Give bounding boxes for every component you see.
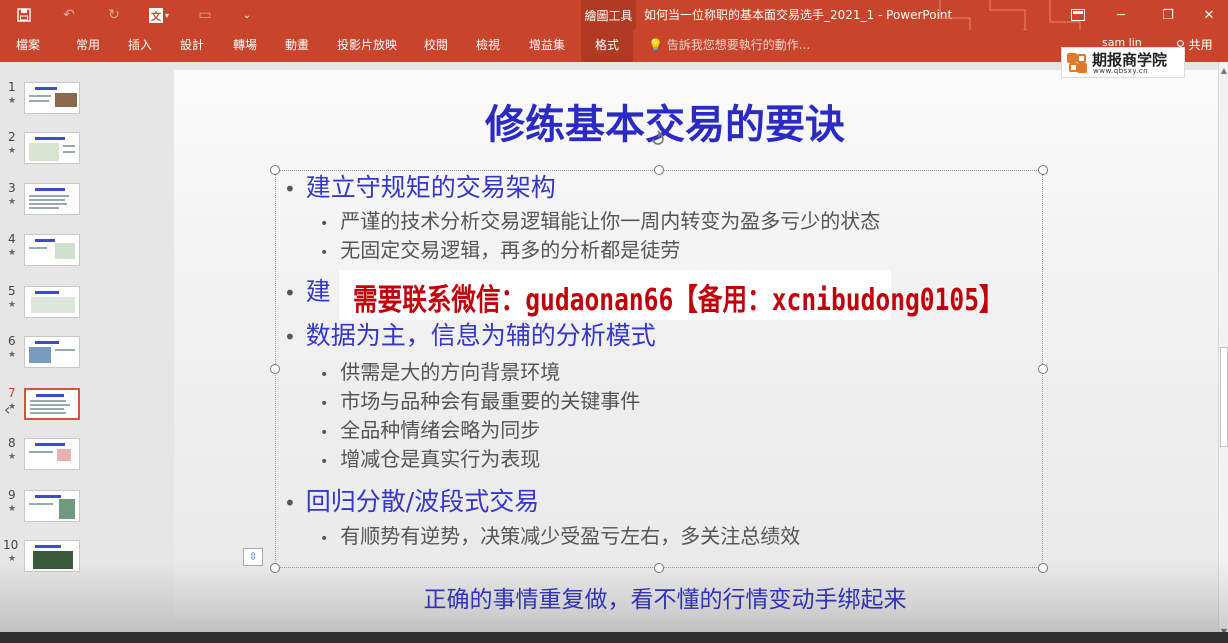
minimize-icon[interactable]: ─ — [1098, 0, 1144, 30]
slideshow-start-icon[interactable]: ▭ — [195, 5, 215, 25]
tab-animations[interactable]: 動畫 — [285, 30, 309, 62]
rotate-handle-icon[interactable] — [649, 130, 667, 148]
vertical-scrollbar[interactable]: ▲ ▼⌃⌄ — [1218, 62, 1228, 643]
thumbnail-slide-5[interactable]: 5 ★ — [0, 284, 100, 324]
bullet-level2: • 有顺势有逆势，决策减少受盈亏左右，多关注总绩效 — [320, 524, 801, 548]
resize-handle-left[interactable] — [270, 364, 280, 374]
animation-star-icon: ★ — [8, 554, 17, 564]
thumbnail-image — [24, 438, 80, 470]
bullet-level2: • 市场与品种会有最重要的关键事件 — [320, 389, 641, 413]
tab-home[interactable]: 常用 — [76, 30, 100, 62]
thumbnail-slide-9[interactable]: 9 ★ — [0, 488, 100, 528]
tab-transitions[interactable]: 轉場 — [233, 30, 257, 62]
bullet-level2: • 严谨的技术分析交易逻辑能让你一周内转变为盈多亏少的状态 — [320, 209, 881, 233]
language-icon[interactable]: 文 ▾ — [149, 5, 169, 25]
title-bar: ↶ ↻ 文 ▾ ▭ ⌄ 繪圖工具 如何当一位称职的基本面交易选手_2021_1 -… — [0, 0, 1228, 30]
slide-title[interactable]: 修练基本交易的要诀 — [0, 92, 1228, 150]
resize-handle-right[interactable] — [1038, 364, 1048, 374]
resize-handle-top[interactable] — [654, 165, 664, 175]
animation-star-icon: ★ — [8, 452, 17, 462]
bullet-level2: • 增减仓是真实行为表现 — [320, 447, 541, 471]
thumbnail-slide-4[interactable]: 4 ★ — [0, 232, 100, 272]
resize-handle-bottom-right[interactable] — [1038, 563, 1048, 573]
thumbnail-image — [24, 490, 80, 522]
scroll-thumb[interactable] — [1220, 347, 1228, 447]
bullet-level2: • 全品种情绪会略为同步 — [320, 418, 541, 442]
save-icon[interactable] — [14, 5, 34, 25]
overlay-contact-text: 需要联系微信：gudaonan66【备用：xcnibudong0105】 — [353, 283, 1004, 318]
lightbulb-icon: 💡 — [648, 38, 663, 52]
thumbnail-slide-10[interactable]: 10 ★ — [0, 538, 100, 578]
thumbnail-image — [24, 388, 80, 420]
thumbnail-number: 10 — [3, 538, 19, 552]
slide-footer-text: 正确的事情重复做，看不懂的行情变动手绑起来 — [423, 587, 907, 613]
tab-view[interactable]: 檢視 — [476, 30, 500, 62]
tab-design[interactable]: 設計 — [180, 30, 204, 62]
redo-icon[interactable]: ↻ — [104, 5, 124, 25]
resize-handle-bottom-left[interactable] — [270, 563, 280, 573]
tab-review[interactable]: 校閱 — [424, 30, 448, 62]
thumbnail-image — [24, 286, 80, 318]
resize-handle-top-left[interactable] — [270, 165, 280, 175]
bullet-level1: • 建立守规矩的交易架构 — [284, 173, 556, 202]
thumbnail-number: 4 — [8, 232, 16, 246]
bullet-level2: • 供需是大的方向背景环境 — [320, 360, 561, 384]
resize-handle-bottom[interactable] — [654, 563, 664, 573]
thumbnail-number: 9 — [8, 488, 16, 502]
logo-mark-icon — [1067, 53, 1087, 73]
thumbnail-number: 7 — [8, 386, 16, 400]
restore-icon[interactable]: ❐ — [1145, 0, 1191, 30]
undo-icon[interactable]: ↶ — [59, 5, 79, 25]
customize-qat-icon[interactable]: ⌄ — [237, 5, 257, 25]
animation-star-icon: ★ — [8, 248, 17, 258]
thumbnail-number: 5 — [8, 284, 16, 298]
resize-handle-top-right[interactable] — [1038, 165, 1048, 175]
animation-star-icon: ★ — [8, 504, 17, 514]
bullet-level2: • 无固定交易逻辑，再多的分析都是徒劳 — [320, 238, 681, 262]
animation-star-icon: ★ — [8, 197, 17, 207]
tab-format[interactable]: 格式 — [581, 30, 634, 62]
ribbon-display-options-icon[interactable] — [1055, 0, 1101, 30]
watermark-logo: 期报商学院 www.qbsxy.cn — [1061, 47, 1185, 78]
overlay-contact-banner: 需要联系微信：gudaonan66【备用：xcnibudong0105】 — [339, 270, 1004, 320]
bullet-level1: • 回归分散/波段式交易 — [284, 487, 540, 516]
thumbnail-image — [24, 183, 80, 215]
thumbnail-image — [24, 540, 80, 572]
thumbnail-slide-8[interactable]: 8 ★ — [0, 436, 100, 476]
collapse-pane-icon[interactable]: ‹ — [4, 400, 10, 419]
thumbnail-number: 8 — [8, 436, 16, 450]
autofit-options-icon[interactable]: ⇳ — [243, 548, 263, 566]
thumbnail-image — [24, 234, 80, 266]
tab-file[interactable]: 檔案 — [16, 30, 40, 62]
share-label: 共用 — [1188, 38, 1213, 52]
drawing-tools-context-label: 繪圖工具 — [581, 0, 636, 30]
thumbnail-image — [24, 336, 80, 368]
tell-me-label: 告訴我您想要執行的動作... — [666, 38, 811, 52]
status-bar — [0, 632, 1228, 643]
thumbnail-number: 6 — [8, 334, 16, 348]
bullet-level1: • 数据为主，信息为辅的分析模式 — [284, 321, 656, 350]
thumbnail-slide-6[interactable]: 6 ★ — [0, 334, 100, 374]
logo-url: www.qbsxy.cn — [1093, 67, 1149, 75]
document-title: 如何当一位称职的基本面交易选手_2021_1 - PowerPoint — [644, 8, 953, 22]
animation-star-icon: ★ — [8, 300, 17, 310]
animation-star-icon: ★ — [8, 350, 17, 360]
thumbnail-number: 3 — [8, 181, 16, 195]
ribbon-tabs: 檔案 常用 插入 設計 轉場 動畫 投影片放映 校閱 檢視 增益集 格式 💡 告… — [0, 30, 1228, 62]
tab-addins[interactable]: 增益集 — [529, 30, 565, 62]
tab-insert[interactable]: 插入 — [128, 30, 152, 62]
close-icon[interactable]: ✕ — [1190, 0, 1228, 30]
tell-me-search[interactable]: 💡 告訴我您想要執行的動作... — [648, 30, 810, 62]
thumbnail-slide-3[interactable]: 3 ★ — [0, 181, 100, 221]
tab-slideshow[interactable]: 投影片放映 — [337, 30, 397, 62]
scroll-up-icon[interactable]: ▲ — [1219, 66, 1228, 75]
bullet-level1: • 建 — [284, 277, 331, 306]
thumbnail-slide-7[interactable]: 7 ★ — [0, 386, 100, 426]
